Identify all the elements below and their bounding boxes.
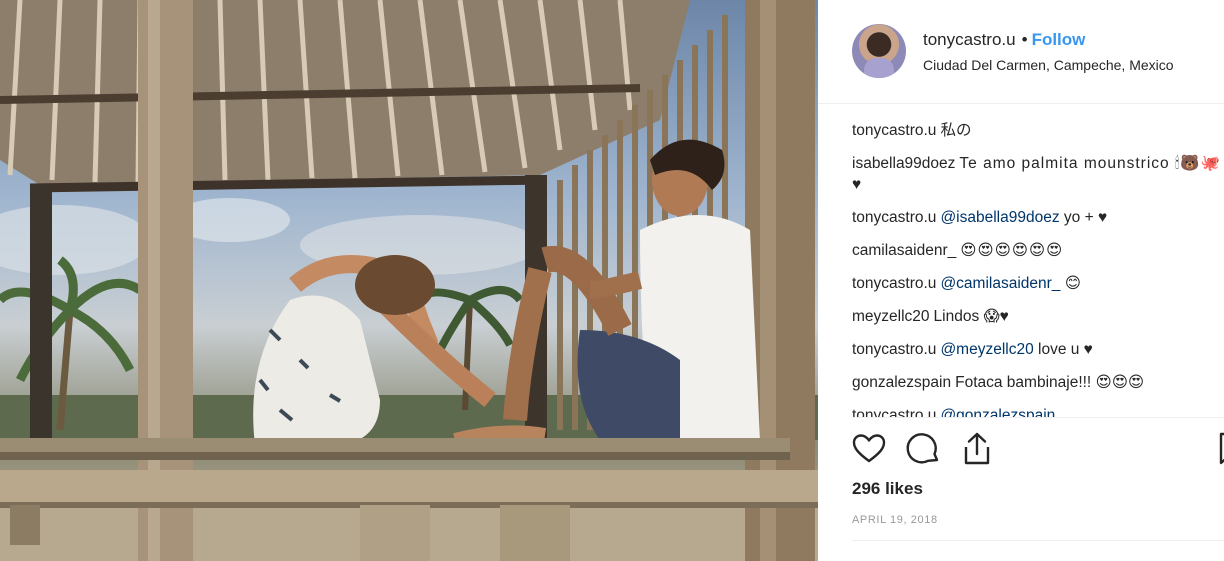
bookmark-icon xyxy=(1219,432,1224,465)
comment-item: gonzalezspain Fotaca bambinaje!!! 😍😍😍 xyxy=(852,372,1224,393)
likes-count[interactable]: 296 likes xyxy=(852,479,923,499)
username-row: tonycastro.u • Follow xyxy=(923,30,1085,50)
action-bar xyxy=(850,430,1224,470)
comment-username[interactable]: gonzalezspain xyxy=(852,374,951,391)
actions-divider xyxy=(852,417,1224,418)
comment-text: 私の xyxy=(940,122,972,139)
comment-text: 😊 xyxy=(1064,275,1081,292)
comment-item: camilasaidenr_ 😍😍😍😍😍😍 xyxy=(852,240,1224,261)
post-sidebar: tonycastro.u • Follow Ciudad Del Carmen, C… xyxy=(818,0,1224,561)
comment-bubble-icon xyxy=(906,433,939,464)
comment-text: Fotaca bambinaje!!! 😍😍😍 xyxy=(955,374,1145,391)
share-upload-icon xyxy=(964,432,990,465)
comment-username[interactable]: tonycastro.u xyxy=(852,209,936,226)
post-header: tonycastro.u • Follow Ciudad Del Carmen, C… xyxy=(818,0,1224,104)
comment-mention[interactable]: @meyzellc20 xyxy=(940,341,1033,358)
comment-item: tonycastro.u 私の xyxy=(852,120,1224,141)
comment-username[interactable]: camilasaidenr_ xyxy=(852,242,956,259)
follow-button[interactable]: Follow xyxy=(1032,30,1086,49)
avatar[interactable] xyxy=(852,24,906,78)
comments-list[interactable]: tonycastro.u 私の isabella99doez Te amo palm… xyxy=(852,120,1224,418)
comment-button[interactable] xyxy=(904,430,942,468)
comment-item: tonycastro.u @isabella99doez yo + ♥ xyxy=(852,207,1224,228)
post-photo[interactable] xyxy=(0,0,818,561)
avatar-shirt xyxy=(864,58,894,78)
avatar-head xyxy=(871,34,887,54)
comment-item: tonycastro.u @meyzellc20 love u ♥ xyxy=(852,339,1224,360)
comment-item: meyzellc20 Lindos 😱♥ xyxy=(852,306,1224,327)
username-link[interactable]: tonycastro.u xyxy=(923,30,1016,49)
save-button[interactable] xyxy=(1212,430,1224,468)
comment-text: 😍😍😍😍😍😍 xyxy=(960,242,1064,259)
comment-mention[interactable]: @camilasaidenr_ xyxy=(940,275,1060,292)
comment-username[interactable]: isabella99doez xyxy=(852,155,955,172)
comment-username[interactable]: tonycastro.u xyxy=(852,341,936,358)
heart-icon xyxy=(852,434,886,463)
comment-item: tonycastro.u @camilasaidenr_ 😊 xyxy=(852,273,1224,294)
photo-scene xyxy=(0,0,818,561)
comment-mention[interactable]: @isabella99doez xyxy=(940,209,1059,226)
separator-dot: • xyxy=(1021,30,1028,49)
bottom-divider xyxy=(852,540,1224,541)
comment-username[interactable]: tonycastro.u xyxy=(852,275,936,292)
comment-username[interactable]: tonycastro.u xyxy=(852,122,936,139)
post-date[interactable]: APRIL 19, 2018 xyxy=(852,514,938,526)
comment-item: isabella99doez Te amo palmita mounstrico … xyxy=(852,153,1224,195)
location-link[interactable]: Ciudad Del Carmen, Campeche, Mexico xyxy=(923,57,1174,73)
share-button[interactable] xyxy=(958,430,996,468)
like-button[interactable] xyxy=(850,430,888,468)
comment-text: yo + ♥ xyxy=(1063,209,1108,226)
comment-text: love u ♥ xyxy=(1038,341,1093,358)
comment-username[interactable]: meyzellc20 xyxy=(852,308,930,325)
comment-text: Lindos 😱♥ xyxy=(933,308,1009,325)
